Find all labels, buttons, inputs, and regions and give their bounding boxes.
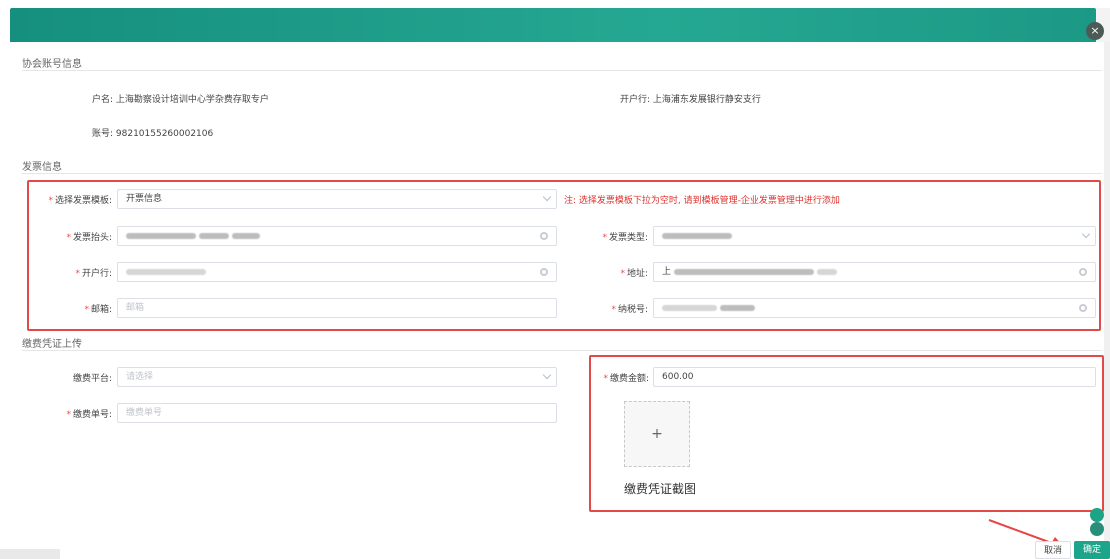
platform-select[interactable]: 请选择: [117, 367, 557, 387]
clear-icon[interactable]: [540, 232, 548, 240]
clear-icon[interactable]: [1079, 304, 1087, 312]
redacted-text: [816, 268, 837, 275]
address-prefix: 上: [662, 267, 672, 277]
amount-value: 600.00: [662, 372, 694, 382]
amount-input[interactable]: 600.00: [653, 367, 1096, 387]
bottom-strip: [0, 549, 60, 559]
template-note: 注: 选择发票模板下拉为空时, 请到模板管理-企业发票管理中进行添加: [564, 196, 840, 206]
template-label-text: 选择发票模板:: [54, 196, 112, 206]
clear-icon[interactable]: [1079, 268, 1087, 276]
template-select[interactable]: 开票信息: [117, 189, 557, 209]
redacted-text: [662, 232, 732, 239]
plus-icon: +: [651, 426, 663, 442]
header-label: * 发票抬头:: [66, 233, 112, 243]
voucher-upload-label: 缴费凭证截图: [624, 482, 697, 496]
platform-placeholder: 请选择: [126, 372, 154, 382]
close-icon[interactable]: ×: [1086, 22, 1104, 40]
invoice-type-select[interactable]: [653, 226, 1096, 246]
account-number: 账号: 98210155260002106: [92, 129, 214, 139]
redacted-text: [232, 232, 260, 239]
account-bank: 开户行: 上海浦东发展银行静安支行: [620, 95, 761, 105]
platform-label-text: 缴费平台:: [72, 374, 112, 384]
account-section-title: 协会账号信息: [22, 59, 82, 70]
redacted-text: [720, 304, 755, 311]
tax-input[interactable]: [653, 298, 1096, 318]
payment-section-title: 缴费凭证上传: [22, 339, 82, 350]
bank-input[interactable]: [117, 262, 557, 282]
section-divider: [22, 350, 1102, 351]
email-label-text: 邮箱:: [90, 305, 112, 315]
chevron-down-icon: [542, 370, 552, 380]
redacted-text: [673, 268, 814, 275]
chevron-down-icon: [542, 192, 552, 202]
invoice-type-label-text: 发票类型:: [608, 233, 648, 243]
redacted-text: [662, 304, 717, 311]
invoice-header-input[interactable]: [117, 226, 557, 246]
float-tool-icon[interactable]: [1090, 522, 1104, 536]
chevron-down-icon: [1081, 229, 1091, 239]
email-placeholder: 邮箱: [126, 303, 145, 313]
dialog-header: [10, 8, 1096, 42]
bank-label-text: 开户行:: [81, 269, 112, 279]
address-label: * 地址:: [620, 269, 648, 279]
invoice-type-label: * 发票类型:: [602, 233, 648, 243]
order-input[interactable]: 缴费单号: [117, 403, 557, 423]
amount-label: * 缴费金额:: [603, 374, 649, 384]
scrollbar[interactable]: [1104, 42, 1110, 559]
header-label-text: 发票抬头:: [72, 233, 112, 243]
account-name: 户名: 上海勘察设计培训中心学杂费存取专户: [92, 95, 269, 105]
address-label-text: 地址:: [626, 269, 648, 279]
clear-icon[interactable]: [540, 268, 548, 276]
invoice-section-title: 发票信息: [22, 162, 62, 173]
order-label-text: 缴费单号:: [72, 410, 112, 420]
redacted-text: [126, 268, 206, 275]
voucher-upload[interactable]: +: [624, 401, 690, 467]
tax-label-text: 纳税号:: [617, 305, 648, 315]
email-input[interactable]: 邮箱: [117, 298, 557, 318]
order-label: * 缴费单号:: [66, 410, 112, 420]
confirm-button[interactable]: 确定: [1074, 541, 1110, 559]
cancel-button[interactable]: 取消: [1035, 541, 1071, 559]
platform-label: 缴费平台:: [30, 371, 112, 384]
tax-label: * 纳税号:: [611, 305, 648, 315]
section-divider: [22, 173, 1102, 174]
section-divider: [22, 70, 1102, 71]
address-input[interactable]: 上: [653, 262, 1096, 282]
order-placeholder: 缴费单号: [126, 408, 163, 418]
amount-label-text: 缴费金额:: [609, 374, 649, 384]
float-chat-icon[interactable]: [1090, 508, 1104, 522]
template-label: * 选择发票模板:: [48, 196, 112, 206]
redacted-text: [199, 232, 229, 239]
template-select-value: 开票信息: [126, 194, 163, 204]
bank-label: * 开户行:: [75, 269, 112, 279]
email-label: * 邮箱:: [84, 305, 112, 315]
redacted-text: [126, 232, 196, 239]
